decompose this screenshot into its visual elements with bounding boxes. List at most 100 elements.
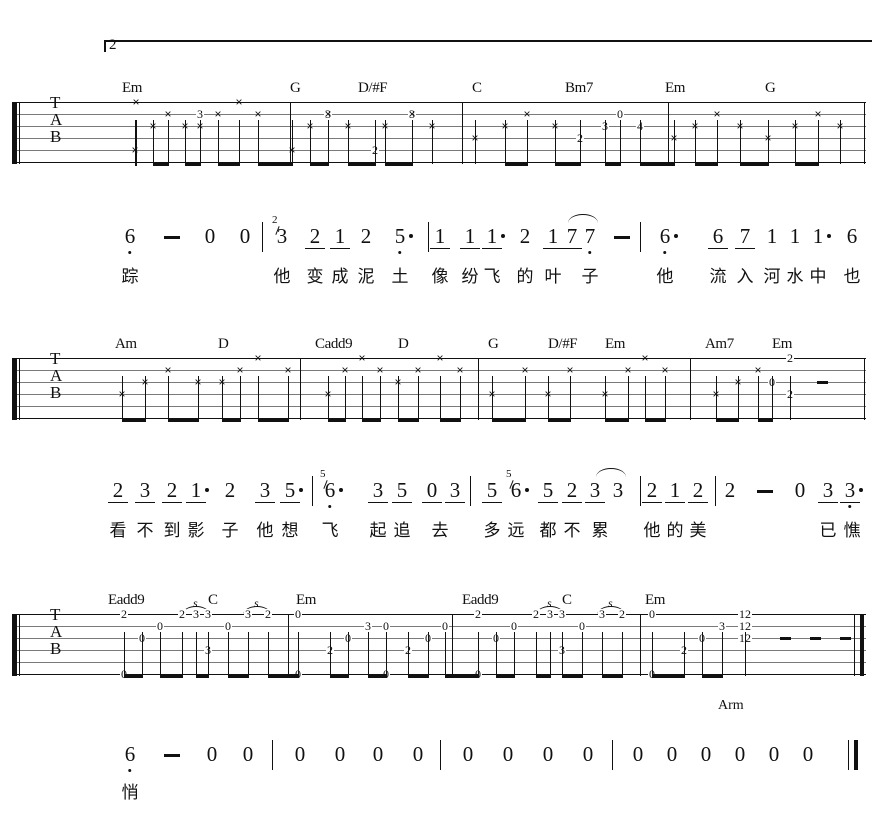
- lyric-syllable: 飞: [321, 521, 339, 541]
- octave-dot-low: [588, 251, 592, 254]
- chord-symbol: Am: [115, 336, 137, 352]
- note-stem: [716, 376, 717, 420]
- beam: [218, 162, 240, 166]
- note-stem: [527, 120, 528, 164]
- fret-number: 3: [192, 607, 200, 621]
- jianpu-note: 3: [372, 478, 384, 502]
- lyric-syllable: 像: [431, 267, 449, 287]
- beam: [536, 674, 551, 678]
- jianpu-note: 2: [112, 478, 124, 502]
- jianpu-barline: [262, 222, 264, 252]
- beam: [795, 162, 819, 166]
- muted-string-x: ×: [236, 363, 244, 377]
- note-stem: [702, 632, 703, 676]
- jianpu-note: 2: [360, 224, 372, 248]
- lyric-syllable: 泥: [357, 267, 375, 287]
- lyrics-row: 踪他变成泥土像纷飞的叶子他流入河水中也: [0, 262, 874, 300]
- fret-number: 12: [738, 607, 752, 621]
- fret-number: 3: [546, 607, 554, 621]
- jianpu-eighth-beam: [255, 502, 275, 504]
- note-stem: [348, 120, 349, 164]
- note-stem: [258, 120, 259, 164]
- jianpu-sustain-dash: [757, 490, 773, 493]
- jianpu-eighth-beam: [562, 248, 582, 250]
- beam: [348, 162, 376, 166]
- jianpu-note: 0: [426, 478, 438, 502]
- jianpu-note: 2: [224, 478, 236, 502]
- note-stem: [665, 376, 666, 420]
- ending-bracket-line: [104, 40, 872, 42]
- note-stem: [645, 376, 646, 420]
- octave-dot-low: [848, 505, 852, 508]
- chord-symbol: D: [218, 336, 229, 352]
- hold-dash: [840, 637, 851, 640]
- jianpu-note: 7: [585, 224, 595, 254]
- beam: [492, 418, 526, 422]
- dotted-duration-dot: [674, 234, 678, 238]
- jianpu-note: 6: [125, 224, 135, 254]
- fret-number: 3: [196, 107, 204, 121]
- note-stem: [362, 376, 363, 420]
- note-stem: [758, 376, 759, 420]
- jianpu-note: 0: [204, 224, 216, 248]
- tab-staff: TABssss200023330320020300200200023330320…: [12, 596, 866, 680]
- beam: [548, 418, 571, 422]
- lyric-syllable: 入: [736, 267, 754, 287]
- beam: [740, 162, 769, 166]
- jianpu-note: 2: [692, 478, 704, 502]
- beam: [602, 674, 623, 678]
- jianpu-eighth-beam: [330, 248, 350, 250]
- jianpu-note: 0: [372, 742, 384, 766]
- fret-number: 0: [510, 619, 518, 633]
- note-stem: [218, 120, 219, 164]
- jianpu-note: 1: [190, 478, 202, 502]
- chord-symbol: D: [398, 336, 409, 352]
- note-stem: [160, 632, 161, 676]
- note-stem: [570, 376, 571, 420]
- jianpu-note: 0: [412, 742, 424, 766]
- jianpu-note: 0: [502, 742, 514, 766]
- dotted-duration-dot: [339, 488, 343, 492]
- jianpu-eighth-beam: [562, 502, 582, 504]
- note-stem: [674, 120, 675, 164]
- jianpu-eighth-beam: [543, 248, 563, 250]
- note-stem: [386, 632, 387, 676]
- note-stem: [136, 120, 137, 164]
- tab-clef-letter: T: [50, 349, 61, 368]
- jianpu-eighth-beam: [482, 248, 502, 250]
- jianpu-note: 3: [612, 478, 624, 502]
- jianpu-eighth-beam: [818, 502, 838, 504]
- staff-line: [12, 138, 866, 139]
- lyric-syllable: 起: [369, 521, 387, 541]
- lyric-syllable: 远: [507, 521, 525, 541]
- note-stem: [412, 120, 413, 164]
- jianpu-note: 1: [789, 224, 801, 248]
- note-stem: [368, 632, 369, 676]
- beam: [640, 162, 675, 166]
- staff-line: [12, 662, 866, 663]
- jianpu-barline: [272, 740, 274, 770]
- jianpu-note: 0: [542, 742, 554, 766]
- muted-string-x: ×: [436, 351, 444, 365]
- note-stem: [440, 376, 441, 420]
- jianpu-sustain-dash: [614, 236, 630, 239]
- jianpu-barline: [470, 476, 472, 506]
- jianpu-note: 5: [284, 478, 296, 502]
- note-stem: [348, 632, 349, 676]
- note-stem: [196, 632, 197, 676]
- muted-string-x: ×: [235, 95, 243, 109]
- system-left-barline: [12, 614, 17, 676]
- note-stem: [310, 120, 311, 164]
- fret-number: 2: [474, 607, 482, 621]
- jianpu-note: 6: [712, 224, 724, 248]
- system-end-barline: [864, 102, 865, 164]
- octave-dot-low: [128, 769, 132, 772]
- lyric-syllable: 子: [581, 267, 599, 287]
- lyric-syllable: 已: [819, 521, 837, 541]
- lyric-syllable: 不: [563, 521, 581, 541]
- staff-line: [12, 370, 866, 371]
- jianpu-note: 0: [734, 742, 746, 766]
- jianpu-note: 3: [822, 478, 834, 502]
- jianpu-eighth-beam: [708, 248, 728, 250]
- jianpu-note: 6: [846, 224, 858, 248]
